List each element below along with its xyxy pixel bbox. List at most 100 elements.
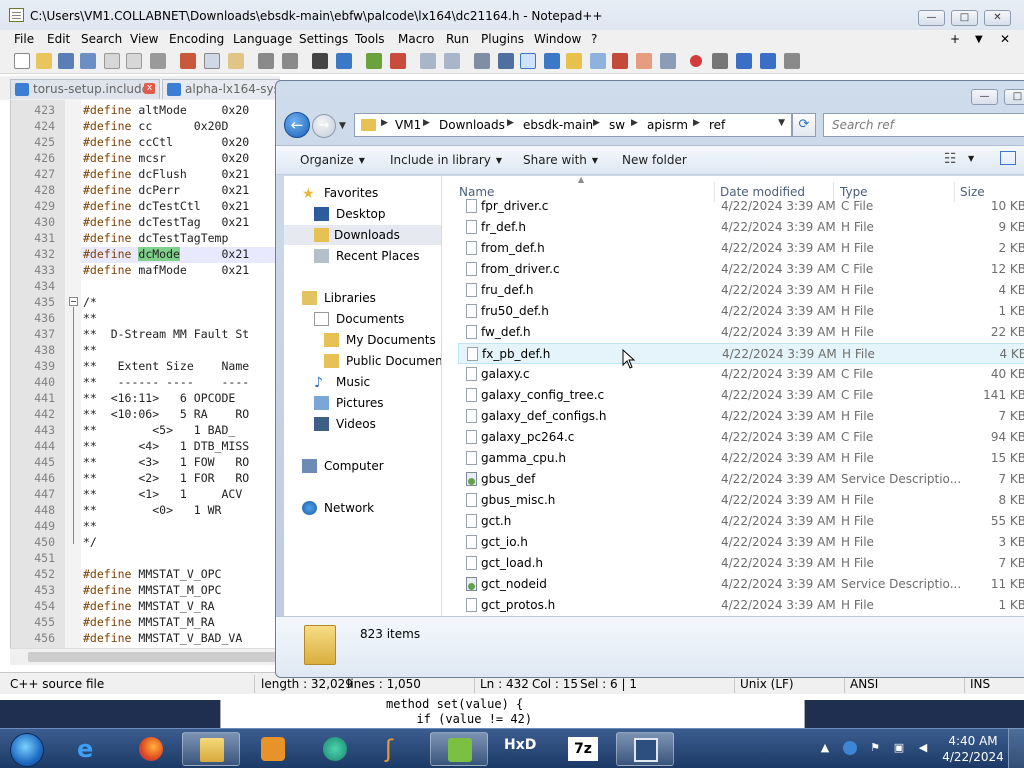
code-editor[interactable]: 423 #define altMode 0x20 424 #define cc 0x2… (10, 100, 280, 665)
tab-list-dropdown[interactable]: ▼ (975, 34, 983, 45)
tab-alpha-lx164[interactable]: alpha-lx164-syster (162, 79, 280, 99)
taskbar-internet-explorer[interactable]: e (60, 732, 118, 766)
taskbar-remote-desktop[interactable] (616, 732, 674, 766)
save-macro-icon[interactable] (784, 53, 800, 69)
copy-icon[interactable] (204, 53, 220, 69)
address-dropdown-icon[interactable]: ▼ (778, 118, 785, 128)
file-row[interactable]: fru50_def.h 4/22/2024 3:39 AM H File 1 KB (458, 301, 1024, 322)
horizontal-scrollbar[interactable] (10, 648, 280, 665)
file-row[interactable]: gct_protos.h 4/22/2024 3:39 AM H File 1 KB (458, 595, 1024, 616)
breadcrumb-ebsdk-main[interactable]: ebsdk-main (523, 118, 593, 132)
menu-language[interactable]: Language (233, 32, 292, 46)
doc-map-icon[interactable] (566, 53, 582, 69)
breadcrumb-ref[interactable]: ref (709, 118, 725, 132)
back-button[interactable]: ← (284, 112, 310, 138)
refresh-button[interactable]: ⟳ (792, 113, 816, 137)
menu-search[interactable]: Search (81, 32, 122, 46)
monitoring-icon[interactable] (636, 53, 652, 69)
print-icon[interactable] (150, 53, 166, 69)
taskbar-file-explorer[interactable] (182, 732, 240, 766)
breadcrumb-downloads[interactable]: Downloads (439, 118, 505, 132)
taskbar-scripting-app[interactable]: ʃ (368, 732, 426, 766)
menu-tools[interactable]: Tools (355, 32, 385, 46)
scrollbar-thumb[interactable] (28, 652, 278, 662)
stop-macro-icon[interactable] (712, 53, 728, 69)
menu-run[interactable]: Run (446, 32, 469, 46)
taskbar-7zip[interactable]: 7z (554, 732, 612, 766)
taskbar-chat-app[interactable] (306, 732, 364, 766)
zoom-out-icon[interactable] (390, 53, 406, 69)
file-row[interactable]: fru_def.h 4/22/2024 3:39 AM H File 4 KB (458, 280, 1024, 301)
menu-edit[interactable]: Edit (47, 32, 70, 46)
close-tab-button[interactable]: ✕ (1000, 32, 1010, 46)
menu-file[interactable]: File (14, 32, 34, 46)
close-file-icon[interactable] (104, 53, 120, 69)
file-row[interactable]: gbus_def 4/22/2024 3:39 AM Service Descrip… (458, 469, 1024, 490)
menu-help[interactable]: ? (591, 32, 597, 46)
file-row[interactable]: gct_io.h 4/22/2024 3:39 AM H File 3 KB (458, 532, 1024, 553)
taskbar-media-player[interactable] (244, 732, 302, 766)
udl-icon[interactable] (544, 53, 560, 69)
volume-icon[interactable]: ◀ (916, 741, 930, 755)
sync-vertical-icon[interactable] (420, 53, 436, 69)
view-dropdown-icon[interactable]: ▼ (968, 154, 974, 163)
nav-downloads[interactable]: Downloads (284, 225, 441, 245)
include-in-library-button[interactable]: Include in library ▼ (390, 153, 502, 167)
file-row[interactable]: gamma_cpu.h 4/22/2024 3:39 AM H File 15 KB (458, 448, 1024, 469)
menu-view[interactable]: View (130, 32, 158, 46)
new-file-icon[interactable] (14, 53, 30, 69)
menu-macro[interactable]: Macro (398, 32, 434, 46)
preview-icon[interactable] (660, 53, 676, 69)
paste-icon[interactable] (228, 53, 244, 69)
file-row[interactable]: from_def.h 4/22/2024 3:39 AM H File 2 KB (458, 238, 1024, 259)
chevron-right-icon[interactable]: ▶ (593, 118, 600, 128)
file-row[interactable]: fpr_driver.c 4/22/2024 3:39 AM C File 10 KB (458, 196, 1024, 217)
save-icon[interactable] (58, 53, 74, 69)
breadcrumb-sw[interactable]: sw (609, 118, 625, 132)
clock-date[interactable]: 4/22/2024 (940, 750, 1006, 764)
tab-close-icon[interactable]: x (144, 83, 155, 94)
taskbar-hxd[interactable]: HxD (492, 732, 550, 766)
taskbar-notepad-plus-plus[interactable] (430, 732, 488, 766)
clock-time[interactable]: 4:40 AM (940, 734, 1006, 748)
chevron-right-icon[interactable]: ▶ (423, 118, 430, 128)
fold-toggle-icon[interactable]: − (69, 297, 78, 306)
open-file-icon[interactable] (36, 53, 52, 69)
run-macro-multiple-icon[interactable] (760, 53, 776, 69)
function-list-icon[interactable] (590, 53, 606, 69)
chevron-right-icon[interactable]: ▶ (381, 118, 388, 128)
chevron-right-icon[interactable]: ▶ (631, 118, 638, 128)
file-row[interactable]: galaxy_pc264.c 4/22/2024 3:39 AM C File 94 … (458, 427, 1024, 448)
language-icon[interactable] (843, 741, 857, 755)
show-all-chars-icon[interactable] (498, 53, 514, 69)
file-row[interactable]: fr_def.h 4/22/2024 3:39 AM H File 9 KB (458, 217, 1024, 238)
file-row[interactable]: galaxy_def_configs.h 4/22/2024 3:39 AM H F… (458, 406, 1024, 427)
new-folder-button[interactable]: New folder (622, 153, 687, 167)
network-status-icon[interactable]: ▣ (892, 741, 906, 755)
word-wrap-icon[interactable] (474, 53, 490, 69)
redo-icon[interactable] (282, 53, 298, 69)
start-button[interactable] (2, 730, 52, 768)
folder-workspace-icon[interactable] (612, 53, 628, 69)
preview-pane-icon[interactable] (1000, 151, 1016, 165)
file-row[interactable]: galaxy_config_tree.c 4/22/2024 3:39 AM C F… (458, 385, 1024, 406)
record-macro-icon[interactable] (690, 55, 702, 67)
chevron-right-icon[interactable]: ▶ (507, 118, 514, 128)
file-row[interactable]: gct_load.h 4/22/2024 3:39 AM H File 7 KB (458, 553, 1024, 574)
save-all-icon[interactable] (80, 53, 96, 69)
share-with-button[interactable]: Share with ▼ (523, 153, 598, 167)
tab-torus-setup[interactable]: torus-setup.include x (10, 79, 160, 99)
cut-icon[interactable] (180, 53, 196, 69)
minimize-button[interactable]: — (918, 10, 945, 26)
menu-settings[interactable]: Settings (299, 32, 348, 46)
file-row[interactable]: gct_nodeid 4/22/2024 3:39 AM Service Descr… (458, 574, 1024, 595)
indent-guide-icon[interactable] (520, 53, 536, 69)
file-row[interactable]: gct.h 4/22/2024 3:39 AM H File 55 KB (458, 511, 1024, 532)
file-row[interactable]: galaxy.c 4/22/2024 3:39 AM C File 40 KB (458, 364, 1024, 385)
address-bar[interactable]: ▶ VM1 ▶ Downloads ▶ ebsdk-main ▶ sw ▶ ap… (354, 113, 792, 137)
show-hidden-icons-icon[interactable]: ▲ (818, 741, 832, 755)
menu-window[interactable]: Window (534, 32, 581, 46)
action-center-flag-icon[interactable]: ⚑ (868, 741, 882, 755)
menu-plugins[interactable]: Plugins (481, 32, 524, 46)
search-input[interactable]: Search ref (823, 113, 1024, 137)
